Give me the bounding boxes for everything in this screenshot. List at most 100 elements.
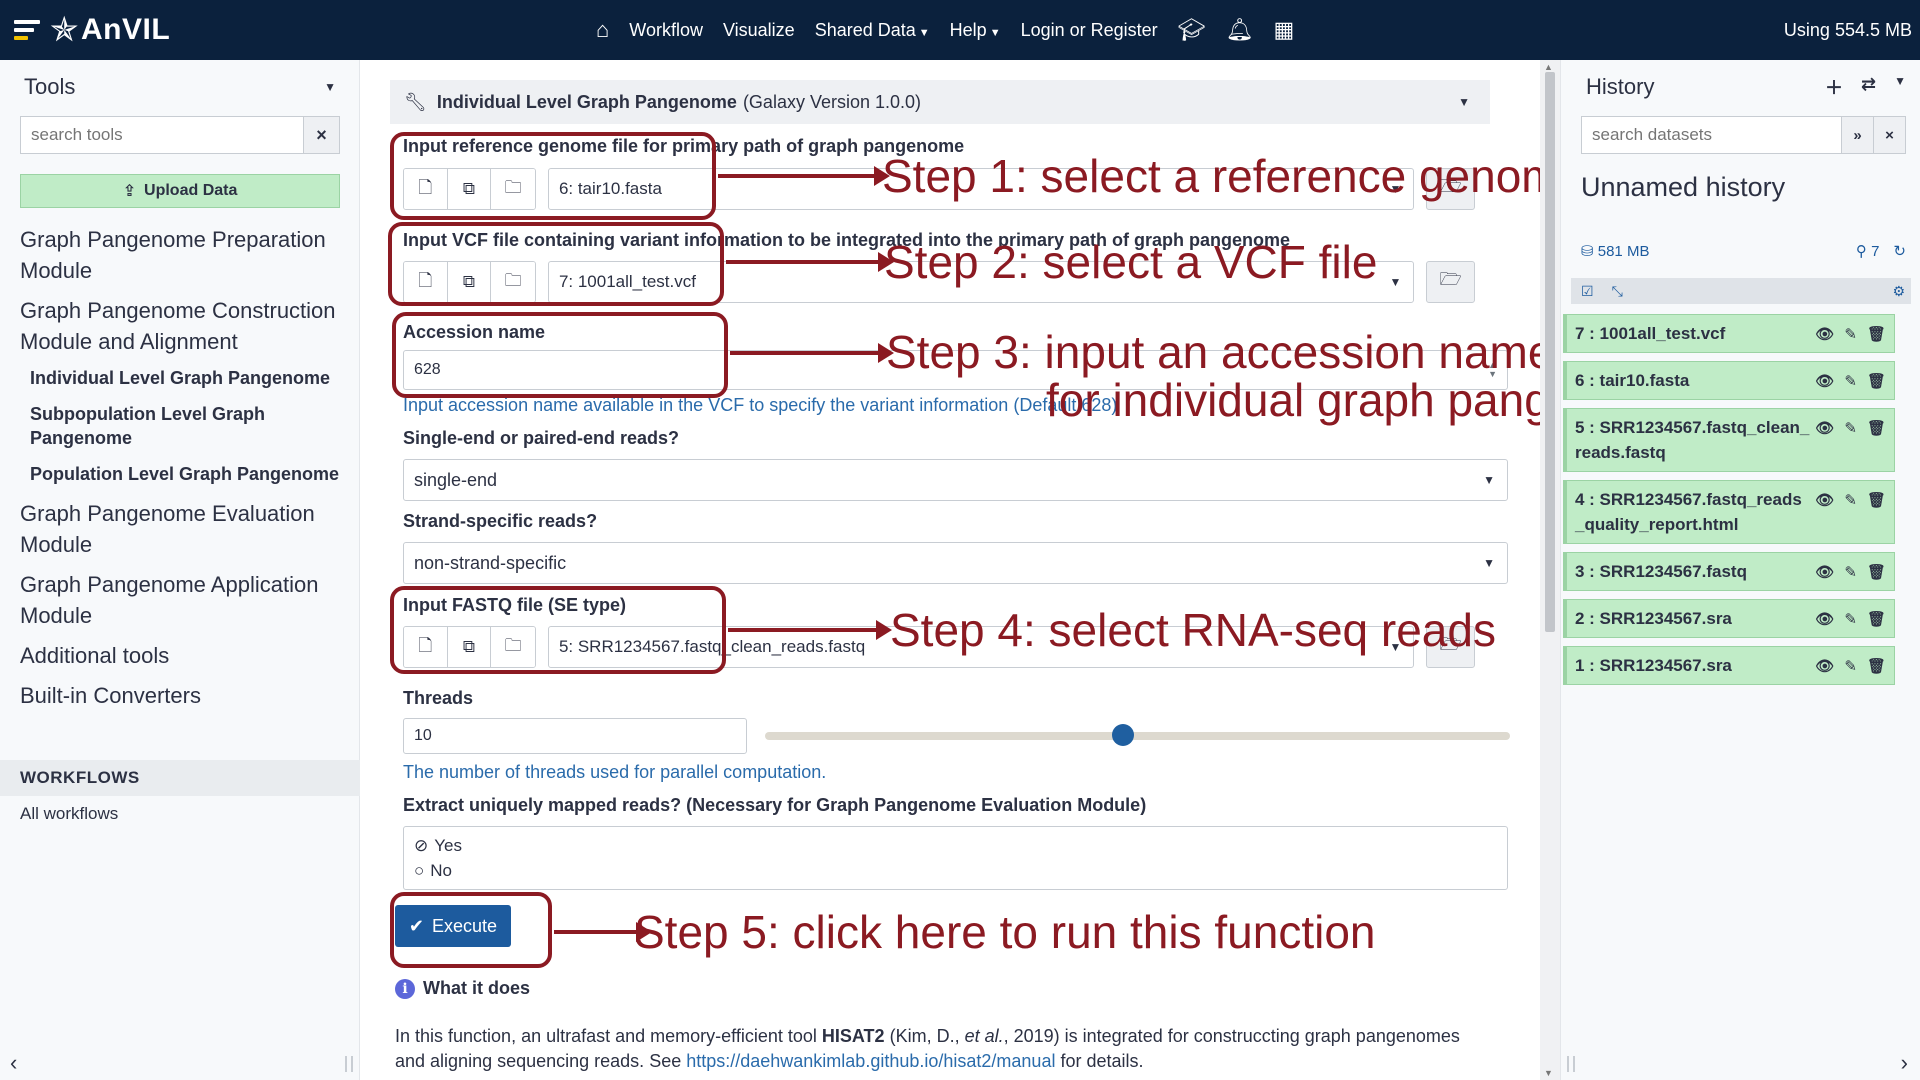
radio-no[interactable]: ○ No <box>414 858 1507 883</box>
grid-icon[interactable]: ▦ <box>1274 17 1295 43</box>
caret-down-icon[interactable]: ▼ <box>1458 95 1470 109</box>
trash-icon[interactable]: 🗑︎ <box>1867 563 1886 581</box>
eye-icon[interactable]: 👁︎ <box>1815 419 1834 437</box>
home-icon[interactable]: ⌂ <box>596 17 609 43</box>
pencil-icon[interactable]: ✎ <box>1844 325 1857 343</box>
history-item-name[interactable]: 4 : SRR1234567.fastq_reads_quality_repor… <box>1575 487 1810 537</box>
reads-type-select[interactable]: single-end ▼ <box>403 459 1508 501</box>
quota-usage[interactable]: Using 554.5 MB <box>1784 0 1912 60</box>
browse-folder-icon[interactable]: 🗁 <box>1426 261 1475 303</box>
collapse-left-icon[interactable]: ‹ <box>10 1050 17 1076</box>
radio-checked-icon[interactable]: ⊘ <box>414 833 428 858</box>
trash-icon[interactable]: 🗑︎ <box>1867 491 1886 509</box>
eye-icon[interactable]: 👁︎ <box>1815 325 1834 343</box>
graduation-cap-icon[interactable]: 🎓︎ <box>1178 17 1206 43</box>
history-search-input[interactable] <box>1582 117 1841 153</box>
caret-down-icon[interactable]: ▼ <box>324 80 336 94</box>
trash-icon[interactable]: 🗑︎ <box>1867 657 1886 675</box>
eye-icon[interactable]: 👁︎ <box>1815 372 1834 390</box>
section-builtin[interactable]: Built-in Converters <box>20 680 350 711</box>
drag-handle[interactable] <box>1567 1056 1575 1072</box>
history-item[interactable]: 6 : tair10.fasta 👁︎ ✎ 🗑︎ <box>1563 361 1895 400</box>
center-scrollbar[interactable]: ▲ ▼ <box>1540 60 1560 1080</box>
slider-track[interactable] <box>765 732 1510 740</box>
nav-shared-data[interactable]: Shared Data ▼ <box>815 20 930 41</box>
tool-individual[interactable]: Individual Level Graph Pangenome <box>30 366 350 390</box>
history-item-name[interactable]: 3 : SRR1234567.fastq <box>1575 559 1810 584</box>
pencil-icon[interactable]: ✎ <box>1844 610 1857 628</box>
bell-icon[interactable]: 🔔︎ <box>1226 17 1254 43</box>
eye-icon[interactable]: 👁︎ <box>1815 491 1834 509</box>
trash-icon[interactable]: 🗑︎ <box>1867 610 1886 628</box>
pencil-icon[interactable]: ✎ <box>1844 419 1857 437</box>
caret-down-icon[interactable]: ▼ <box>1894 74 1906 100</box>
slider-handle[interactable] <box>1112 724 1134 746</box>
clear-search-icon[interactable]: × <box>1873 117 1905 153</box>
eye-icon[interactable]: 👁︎ <box>1815 563 1834 581</box>
brand[interactable]: ✯ AnVIL <box>14 10 170 50</box>
trash-icon[interactable]: 🗑︎ <box>1867 325 1886 343</box>
history-item-name[interactable]: 7 : 1001all_test.vcf <box>1575 321 1810 346</box>
history-item[interactable]: 3 : SRR1234567.fastq 👁︎ ✎ 🗑︎ <box>1563 552 1895 591</box>
history-item[interactable]: 4 : SRR1234567.fastq_reads_quality_repor… <box>1563 480 1895 544</box>
trash-icon[interactable]: 🗑︎ <box>1867 419 1886 437</box>
pencil-icon[interactable]: ✎ <box>1844 657 1857 675</box>
threads-slider[interactable] <box>765 724 1510 746</box>
scroll-up-icon[interactable]: ▲ <box>1544 62 1553 72</box>
section-preparation[interactable]: Graph Pangenome Preparation Module <box>20 224 350 286</box>
trash-icon[interactable]: 🗑︎ <box>1867 372 1886 390</box>
tool-subpopulation[interactable]: Subpopulation Level Graph Pangenome <box>30 402 350 450</box>
scrollbar-thumb[interactable] <box>1545 72 1555 632</box>
clear-search-icon[interactable]: × <box>303 117 339 153</box>
collapse-all-icon[interactable]: ⤡ <box>1612 283 1623 300</box>
plus-icon[interactable]: ＋ <box>1825 74 1843 100</box>
history-item[interactable]: 5 : SRR1234567.fastq_clean_reads.fastq 👁︎… <box>1563 408 1895 472</box>
brand-logo[interactable]: ✯ AnVIL <box>50 10 170 50</box>
nav-login[interactable]: Login or Register <box>1021 20 1158 41</box>
menu-icon[interactable] <box>14 17 40 43</box>
history-name[interactable]: Unnamed history <box>1581 172 1785 203</box>
eye-icon[interactable]: 👁︎ <box>1815 657 1834 675</box>
radio-unchecked-icon[interactable]: ○ <box>414 858 424 883</box>
history-count[interactable]: ⚲ 7 <box>1856 242 1880 260</box>
all-workflows-link[interactable]: All workflows <box>20 804 118 824</box>
history-item-name[interactable]: 1 : SRR1234567.sra <box>1575 653 1810 678</box>
section-additional[interactable]: Additional tools <box>20 640 350 671</box>
select-all-icon[interactable]: ☑ <box>1581 283 1594 300</box>
history-item-name[interactable]: 6 : tair10.fasta <box>1575 368 1810 393</box>
eye-icon[interactable]: 👁︎ <box>1815 610 1834 628</box>
pencil-icon[interactable]: ✎ <box>1844 563 1857 581</box>
history-item-name[interactable]: 5 : SRR1234567.fastq_clean_reads.fastq <box>1575 415 1810 465</box>
refresh-icon[interactable]: ↻ <box>1893 242 1906 260</box>
threads-input[interactable]: 10 <box>403 718 747 754</box>
section-evaluation[interactable]: Graph Pangenome Evaluation Module <box>20 498 350 560</box>
switch-history-icon[interactable]: ⇄ <box>1861 74 1876 100</box>
collapse-right-icon[interactable]: › <box>1901 1050 1908 1076</box>
history-item[interactable]: 7 : 1001all_test.vcf 👁︎ ✎ 🗑︎ <box>1563 314 1895 353</box>
pencil-icon[interactable]: ✎ <box>1844 372 1857 390</box>
caret-down-icon: ▼ <box>918 26 930 39</box>
hisat2-manual-link[interactable]: https://daehwankimlab.github.io/hisat2/m… <box>686 1051 1055 1071</box>
history-item[interactable]: 1 : SRR1234567.sra 👁︎ ✎ 🗑︎ <box>1563 646 1895 685</box>
gear-icon[interactable]: ⚙ <box>1892 283 1905 300</box>
pencil-icon[interactable]: ✎ <box>1844 491 1857 509</box>
section-application[interactable]: Graph Pangenome Application Module <box>20 569 350 631</box>
strand-select[interactable]: non-strand-specific ▼ <box>403 542 1508 584</box>
history-title: History <box>1586 74 1655 99</box>
scroll-down-icon[interactable]: ▼ <box>1544 1068 1553 1078</box>
center-panel: 🔧︎ Individual Level Graph Pangenome (Gal… <box>360 60 1540 1080</box>
history-stats: ⛁ 581 MB ⚲ 7 ↻ <box>1581 242 1906 260</box>
nav-visualize[interactable]: Visualize <box>723 20 795 41</box>
section-construction[interactable]: Graph Pangenome Construction Module and … <box>20 295 350 357</box>
tool-population[interactable]: Population Level Graph Pangenome <box>30 462 350 486</box>
tool-search-input[interactable] <box>21 117 303 153</box>
history-size[interactable]: ⛁ 581 MB <box>1581 242 1649 260</box>
radio-yes[interactable]: ⊘ Yes <box>414 833 1507 858</box>
nav-workflow[interactable]: Workflow <box>629 20 703 41</box>
upload-data-button[interactable]: ⇪ Upload Data <box>20 174 340 208</box>
history-item-name[interactable]: 2 : SRR1234567.sra <box>1575 606 1810 631</box>
nav-help[interactable]: Help ▼ <box>950 20 1001 41</box>
advanced-search-icon[interactable]: » <box>1841 117 1873 153</box>
drag-handle[interactable] <box>345 1056 353 1072</box>
history-item[interactable]: 2 : SRR1234567.sra 👁︎ ✎ 🗑︎ <box>1563 599 1895 638</box>
